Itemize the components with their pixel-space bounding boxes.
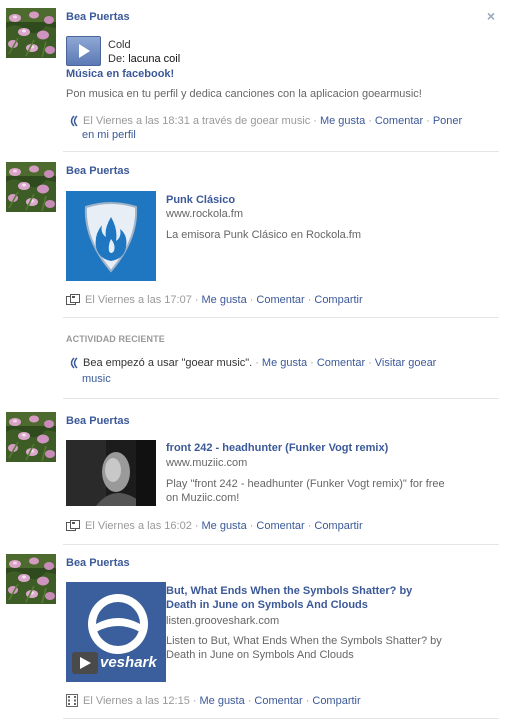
put-on-profile-link-cont[interactable]: en mi perfil (82, 129, 136, 141)
share-link-icon (66, 520, 80, 531)
story-front-242: Bea Puertas front 242 - headhunter (Funk… (0, 398, 505, 545)
divider (63, 317, 499, 318)
attachment-url: www.rockola.fm (166, 208, 244, 220)
attachment-description: Listen to But, What Ends When the Symbol… (166, 634, 466, 662)
story-meta-wrap: en mi perfil (82, 128, 136, 142)
close-icon[interactable]: × (487, 8, 495, 24)
story-meta: El Viernes a las 12:15 · Me gusta · Comentar… (66, 694, 361, 708)
film-icon (66, 694, 78, 707)
rockola-thumbnail[interactable] (66, 191, 156, 281)
divider (63, 718, 499, 719)
put-on-profile-link[interactable]: Poner (433, 115, 462, 127)
comment-link[interactable]: Comentar (256, 520, 304, 532)
attachment-description: La emisora Punk Clásico en Rockola.fm (166, 229, 362, 241)
like-link[interactable]: Me gusta (201, 520, 246, 532)
description-line: Play "front 242 - headhunter (Funker Vog… (166, 478, 445, 490)
guitar-pick-flame-icon (84, 202, 138, 273)
author-name[interactable]: Bea Puertas (66, 165, 130, 177)
track-title: Cold (108, 39, 131, 51)
avatar[interactable] (6, 8, 56, 58)
visit-app-link[interactable]: Visitar goear (375, 357, 437, 369)
description-line: Death in June on Symbols And Clouds (166, 649, 354, 661)
avatar[interactable] (6, 162, 56, 212)
description-line: on Muziic.com! (166, 492, 240, 504)
artist-name: lacuna coil (128, 53, 181, 65)
story-message: Pon musica en tu perfil y dedica cancion… (66, 88, 422, 100)
grooveshark-brand-text: veshark (100, 654, 157, 671)
author-name[interactable]: Bea Puertas (66, 557, 130, 569)
attachment-title[interactable]: But, What Ends When the Symbols Shatter?… (166, 584, 466, 612)
attachment-url: www.muziic.com (166, 457, 248, 469)
attachment-title[interactable]: Punk Clásico (166, 193, 466, 207)
comment-link[interactable]: Comentar (317, 357, 365, 369)
video-still-image (66, 440, 156, 506)
story-grooveshark: Bea Puertas veshark But, What Ends When … (0, 544, 505, 723)
story-goear-music: Bea Puertas × Cold De: lacuna coil Músic… (0, 0, 505, 152)
avatar[interactable] (6, 554, 56, 604)
timestamp[interactable]: El Viernes a las 16:02 (85, 520, 192, 532)
like-link[interactable]: Me gusta (199, 695, 244, 707)
track-artist-line: De: lacuna coil (108, 53, 180, 65)
recent-activity-heading: ACTIVIDAD RECIENTE (66, 334, 165, 344)
video-thumbnail[interactable] (66, 440, 156, 506)
goear-icon (70, 357, 78, 369)
story-meta: El Viernes a las 18:31 a través de goear… (66, 114, 486, 128)
avatar[interactable] (6, 412, 56, 462)
story-punk-clasico: Bea Puertas Punk Clásico www.rockola.fm … (0, 152, 505, 318)
attachment-description: Play "front 242 - headhunter (Funker Vog… (166, 477, 466, 505)
title-line[interactable]: But, What Ends When the Symbols Shatter?… (166, 584, 466, 598)
story-meta: El Viernes a las 17:07 · Me gusta · Comentar… (66, 293, 363, 307)
like-link[interactable]: Me gusta (320, 115, 365, 127)
recent-activity-text: Bea empezó a usar "goear music". (83, 357, 253, 369)
story-meta: El Viernes a las 16:02 · Me gusta · Comentar… (66, 519, 363, 533)
recent-activity-wrap: music (82, 372, 111, 386)
goear-icon (70, 115, 78, 127)
app-heading[interactable]: Música en facebook! (66, 68, 174, 80)
timestamp[interactable]: El Viernes a las 12:15 (83, 695, 190, 707)
attachment-title[interactable]: front 242 - headhunter (Funker Vogt remi… (166, 441, 466, 455)
play-button[interactable] (66, 36, 101, 66)
share-link[interactable]: Compartir (312, 695, 360, 707)
author-name[interactable]: Bea Puertas (66, 11, 130, 23)
comment-link[interactable]: Comentar (254, 695, 302, 707)
like-link[interactable]: Me gusta (262, 357, 307, 369)
visit-app-link-cont[interactable]: music (82, 373, 111, 385)
timestamp[interactable]: El Viernes a las 18:31 a través de goear… (83, 115, 310, 127)
comment-link[interactable]: Comentar (375, 115, 423, 127)
grooveshark-thumbnail[interactable]: veshark (66, 582, 166, 682)
comment-link[interactable]: Comentar (256, 294, 304, 306)
description-line: Listen to But, What Ends When the Symbol… (166, 635, 442, 647)
like-link[interactable]: Me gusta (201, 294, 246, 306)
attachment-url: listen.grooveshark.com (166, 615, 280, 627)
recent-activity-item: Bea empezó a usar "goear music". · Me gust… (66, 356, 486, 370)
share-link[interactable]: Compartir (314, 520, 362, 532)
from-label: De: (108, 53, 126, 65)
play-icon (79, 44, 90, 58)
title-line[interactable]: Death in June on Symbols And Clouds (166, 598, 466, 612)
timestamp[interactable]: El Viernes a las 17:07 (85, 294, 192, 306)
share-link-icon (66, 294, 80, 305)
author-name[interactable]: Bea Puertas (66, 415, 130, 427)
share-link[interactable]: Compartir (314, 294, 362, 306)
